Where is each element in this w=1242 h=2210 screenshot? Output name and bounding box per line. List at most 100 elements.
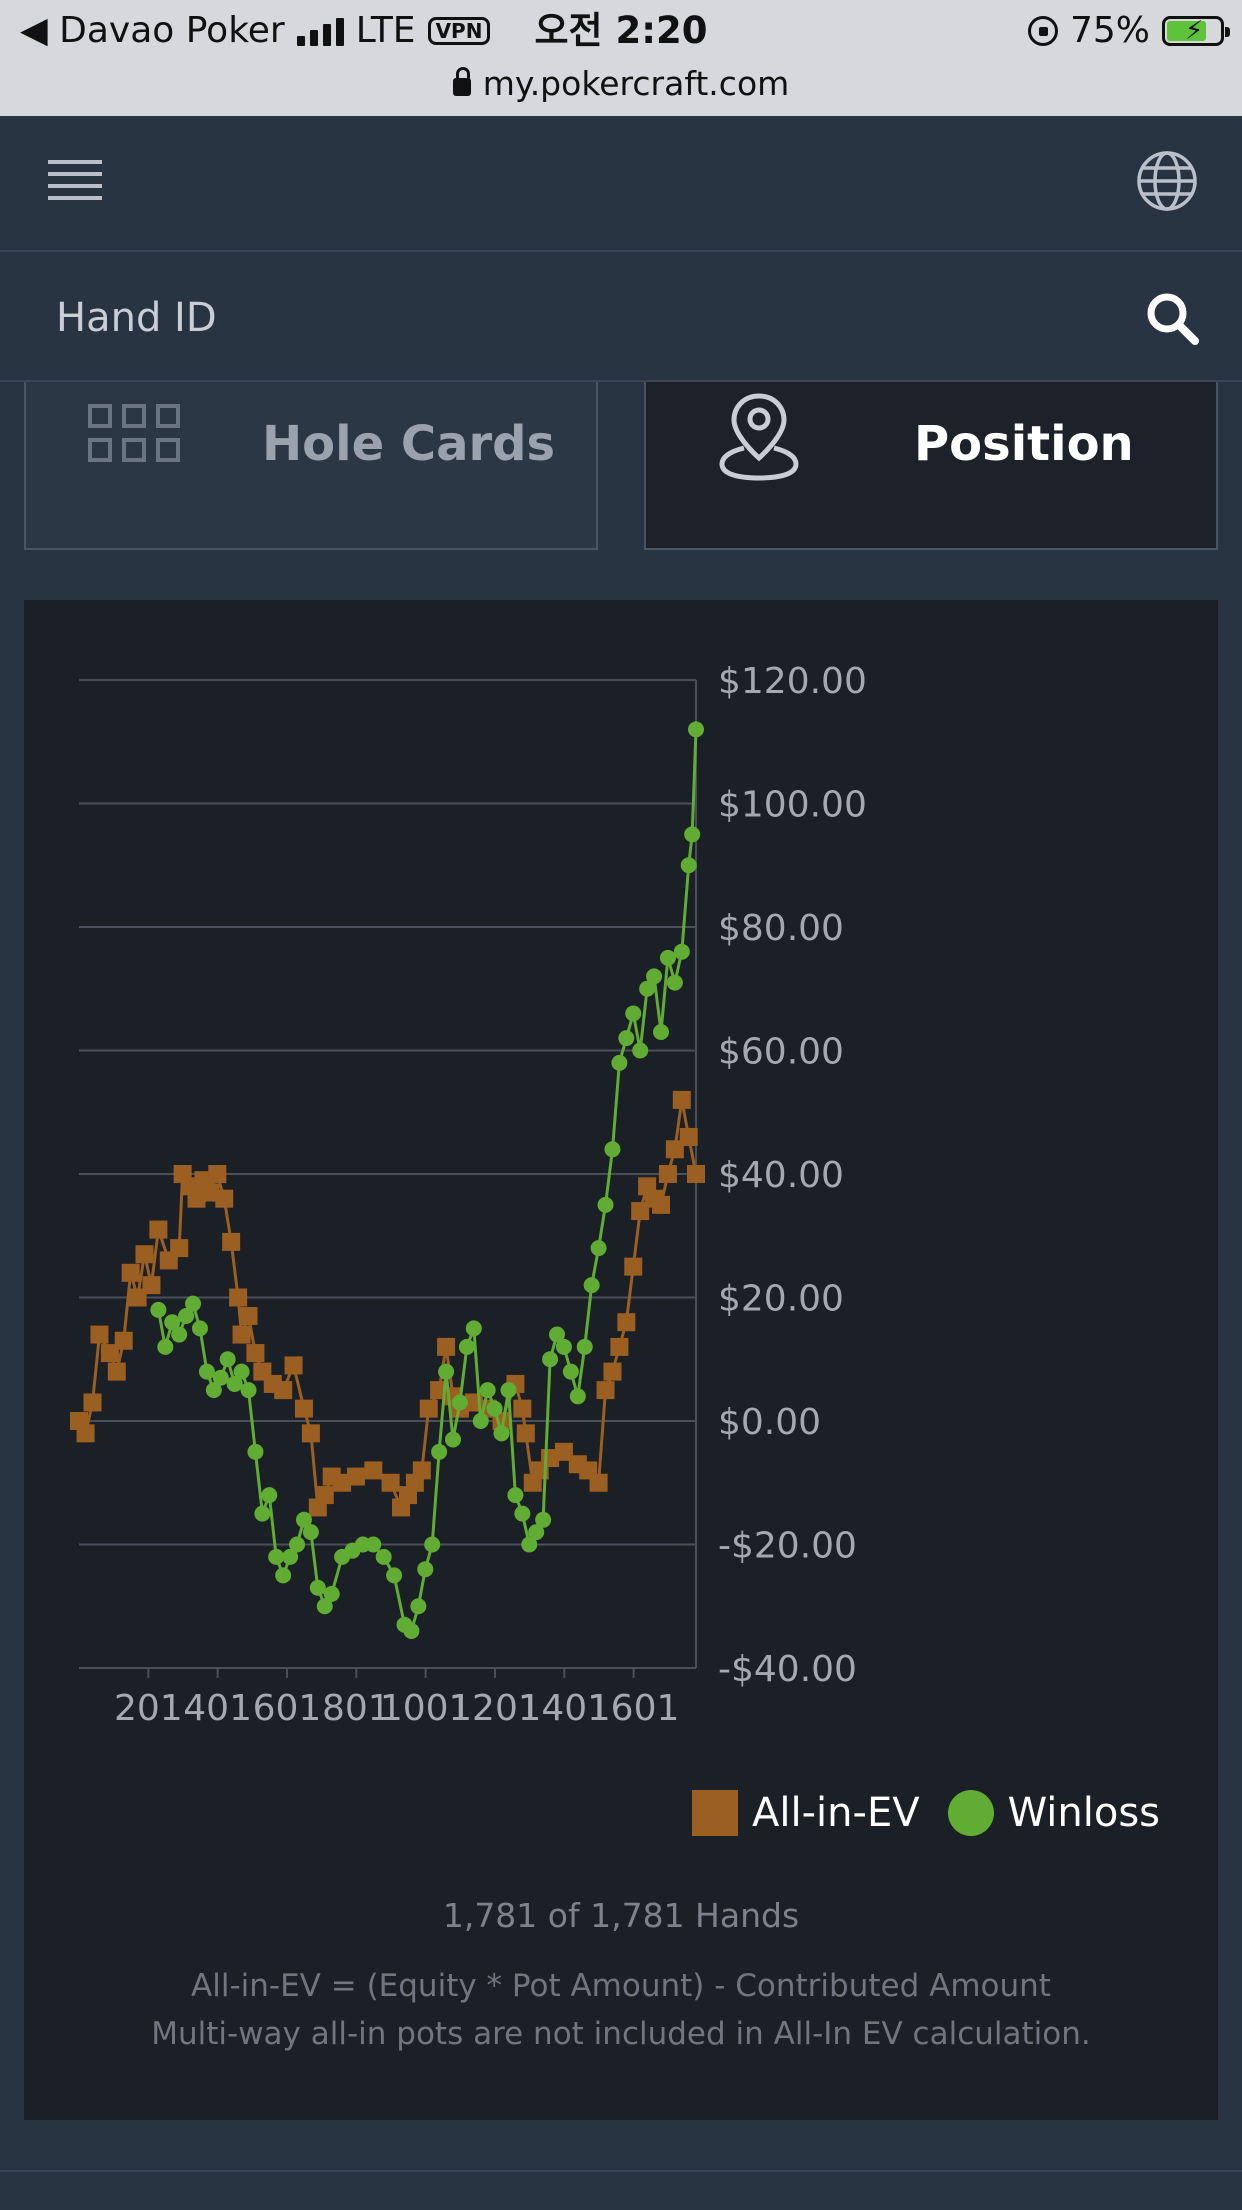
data-point-winloss: [254, 1505, 271, 1522]
tab-position-label: Position: [914, 416, 1134, 472]
data-point-all-in-ev: [624, 1257, 643, 1276]
data-point-winloss: [240, 1382, 257, 1399]
data-point-winloss: [185, 1295, 202, 1312]
data-point-all-in-ev: [294, 1399, 313, 1418]
data-point-all-in-ev: [246, 1344, 265, 1363]
x-tick-label: 601: [253, 1688, 322, 1729]
data-point-winloss: [507, 1487, 524, 1504]
status-bar: ◀ Davao Poker LTE VPN 오전 2:20 75% ⚡ my.p…: [0, 0, 1242, 116]
data-point-winloss: [486, 1400, 503, 1417]
data-point-all-in-ev: [651, 1195, 670, 1214]
y-tick-label: $120.00: [718, 661, 867, 702]
hands-count: 1,781 of 1,781 Hands: [442, 1896, 800, 1935]
y-tick-label: $0.00: [718, 1402, 821, 1443]
data-point-winloss: [569, 1388, 586, 1405]
location-pin-icon: [719, 393, 799, 481]
legend-item-all-in-ev[interactable]: All-in-EV: [692, 1790, 920, 1836]
data-point-winloss: [150, 1301, 167, 1318]
data-point-all-in-ev: [83, 1393, 102, 1412]
data-point-winloss: [410, 1598, 427, 1615]
data-point-winloss: [365, 1536, 382, 1553]
data-point-winloss: [403, 1622, 420, 1639]
orientation-lock-icon: [1027, 16, 1058, 46]
data-point-winloss: [424, 1536, 441, 1553]
grid-icon: [88, 404, 184, 474]
all-in-ev-formula-note: All-in-EV = (Equity * Pot Amount) - Cont…: [191, 1968, 1051, 2004]
data-point-winloss: [611, 1054, 628, 1071]
data-point-winloss: [583, 1277, 600, 1294]
data-point-all-in-ev: [516, 1424, 535, 1443]
data-point-all-in-ev: [107, 1362, 126, 1381]
data-point-all-in-ev: [596, 1381, 615, 1400]
data-point-all-in-ev: [412, 1461, 431, 1480]
data-point-winloss: [652, 1023, 669, 1040]
padlock-icon: [452, 67, 471, 96]
data-point-winloss: [451, 1394, 468, 1411]
hand-id-input[interactable]: [54, 282, 1058, 354]
data-point-all-in-ev: [215, 1189, 234, 1208]
status-right: 75% ⚡: [1027, 6, 1230, 56]
data-point-winloss: [247, 1443, 264, 1460]
legend-item-winloss[interactable]: Winloss: [947, 1790, 1160, 1836]
data-point-all-in-ev: [679, 1127, 698, 1146]
data-point-all-in-ev: [208, 1165, 227, 1183]
x-tick-label: 401: [183, 1688, 252, 1729]
data-point-winloss: [458, 1338, 475, 1355]
data-point-winloss: [309, 1579, 326, 1596]
address-bar[interactable]: my.pokercraft.com: [0, 60, 1242, 106]
data-point-winloss: [212, 1369, 229, 1386]
data-point-all-in-ev: [315, 1486, 334, 1505]
data-point-all-in-ev: [589, 1473, 608, 1492]
data-point-winloss: [386, 1567, 403, 1584]
globe-icon[interactable]: [1136, 150, 1198, 212]
data-point-winloss: [673, 943, 690, 960]
legend-label-all-in-ev: All-in-EV: [752, 1790, 920, 1836]
y-tick-label: $20.00: [718, 1279, 844, 1320]
hamburger-menu-icon[interactable]: [48, 160, 102, 206]
data-point-all-in-ev: [419, 1399, 438, 1418]
data-point-all-in-ev: [284, 1356, 303, 1375]
tab-hole-cards[interactable]: Hole Cards: [24, 382, 598, 550]
data-point-all-in-ev: [229, 1288, 248, 1307]
data-point-winloss: [323, 1585, 340, 1602]
battery-percent: 75%: [1069, 10, 1150, 51]
multiway-note: Multi-way all-in pots are not included i…: [151, 2016, 1091, 2052]
data-point-winloss: [684, 826, 701, 843]
data-point-all-in-ev: [239, 1307, 258, 1326]
data-point-winloss: [542, 1351, 559, 1368]
charging-bolt-icon: ⚡: [1185, 16, 1204, 46]
search-icon[interactable]: [1142, 288, 1202, 348]
data-point-winloss: [289, 1536, 306, 1553]
data-point-winloss: [625, 1005, 642, 1022]
data-point-all-in-ev: [142, 1276, 161, 1295]
y-tick-label: $40.00: [718, 1155, 844, 1196]
x-tick-label: 1601: [588, 1688, 680, 1729]
data-point-all-in-ev: [687, 1165, 705, 1183]
data-point-all-in-ev: [346, 1467, 365, 1486]
data-point-winloss: [646, 968, 663, 985]
data-point-all-in-ev: [364, 1461, 383, 1480]
data-point-winloss: [555, 1338, 572, 1355]
data-point-winloss: [261, 1487, 278, 1504]
data-point-all-in-ev: [114, 1331, 133, 1350]
data-point-winloss: [562, 1363, 579, 1380]
data-point-winloss: [465, 1320, 482, 1337]
data-point-all-in-ev: [513, 1399, 532, 1418]
data-point-winloss: [666, 974, 683, 991]
data-point-all-in-ev: [658, 1165, 677, 1183]
data-point-all-in-ev: [135, 1245, 154, 1264]
bottom-divider: [0, 2170, 1242, 2210]
winloss-chart-panel: $120.00 $100.00 $80.00 $60.00 $40.00 $20.00 $0…: [24, 600, 1218, 2120]
data-point-winloss: [275, 1567, 292, 1584]
battery-icon: ⚡: [1162, 16, 1230, 46]
data-point-all-in-ev: [301, 1424, 320, 1443]
data-point-winloss: [659, 949, 676, 966]
data-point-all-in-ev: [274, 1381, 293, 1400]
data-point-winloss: [171, 1326, 188, 1343]
data-point-winloss: [431, 1443, 448, 1460]
tab-position[interactable]: Position: [644, 382, 1218, 550]
data-point-winloss: [445, 1431, 462, 1448]
data-point-all-in-ev: [232, 1325, 251, 1344]
data-point-winloss: [479, 1382, 496, 1399]
data-point-all-in-ev: [121, 1263, 140, 1282]
